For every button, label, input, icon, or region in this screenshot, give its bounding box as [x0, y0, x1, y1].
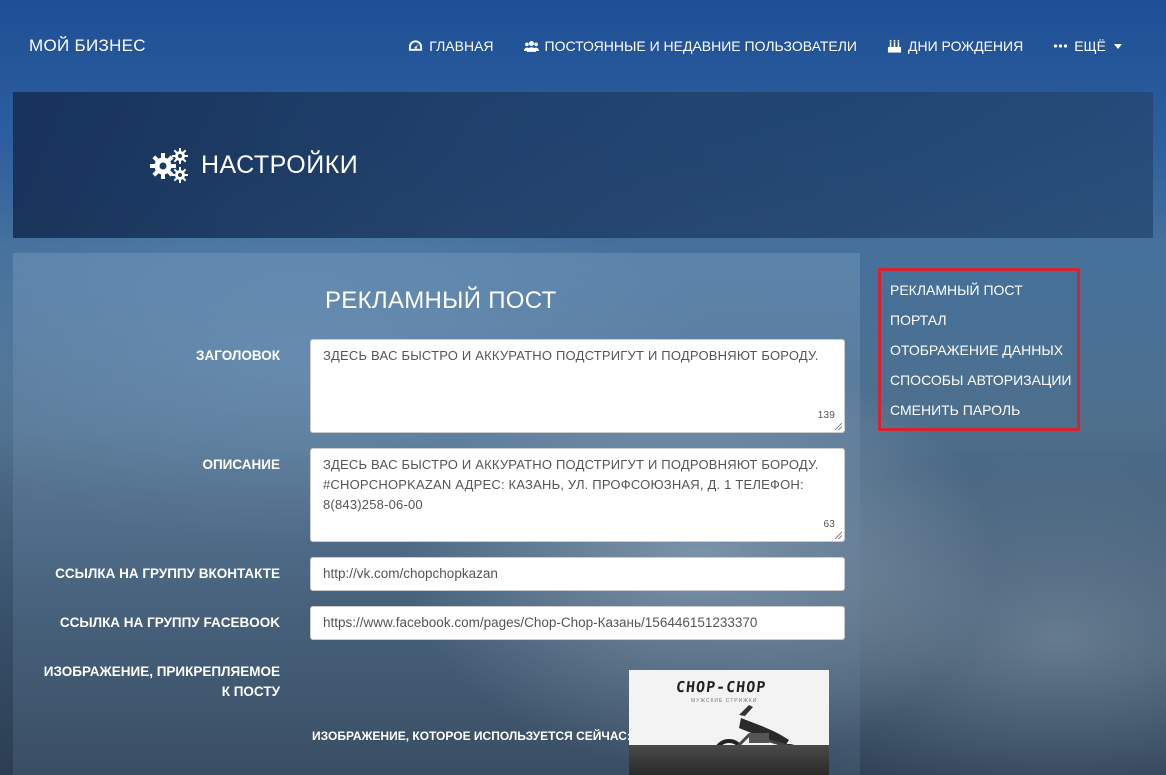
facebook-field-label: ССЫЛКА НА ГРУППУ FACEBOOK [59, 615, 280, 630]
nav-item-birthdays[interactable]: ДНИ РОЖДЕНИЯ [887, 38, 1023, 54]
facebook-link-input[interactable]: https://www.facebook.com/pages/Chop-Chop… [310, 606, 845, 640]
top-navbar: МОЙ БИЗНЕС ГЛАВНАЯ ПОСТОЯННЫЕ И НЕДАВНИЕ… [0, 0, 1166, 92]
title-char-counter: 139 [817, 410, 835, 421]
users-icon [523, 41, 539, 52]
resize-handle-icon[interactable] [835, 532, 842, 539]
image-logo-text: CHOP-CHOP [675, 678, 768, 696]
nav-item-users-label: ПОСТОЯННЫЕ И НЕДАВНИЕ ПОЛЬЗОВАТЕЛИ [544, 38, 857, 54]
resize-handle-icon[interactable] [835, 423, 842, 430]
side-menu-item-portal[interactable]: ПОРТАЛ [890, 310, 1071, 340]
chevron-down-icon [1114, 43, 1122, 49]
brand-logo[interactable]: МОЙ БИЗНЕС [29, 36, 146, 56]
title-field-label: ЗАГОЛОВОК [196, 348, 280, 363]
title-textarea[interactable]: ЗДЕСЬ ВАС БЫСТРО И АККУРАТНО ПОДСТРИГУТ … [310, 339, 845, 433]
page-header: НАСТРОЙКИ [13, 92, 1153, 238]
gears-icon [150, 148, 188, 183]
page-title: НАСТРОЙКИ [149, 146, 358, 184]
settings-form-panel: РЕКЛАМНЫЙ ПОСТ ЗАГОЛОВОК ЗДЕСЬ ВАС БЫСТР… [13, 253, 860, 775]
nav-item-more-dropdown[interactable]: ЕЩЁ [1053, 38, 1122, 54]
nav-menu: ГЛАВНАЯ ПОСТОЯННЫЕ И НЕДАВНИЕ ПОЛЬЗОВАТЕ… [408, 38, 1122, 54]
nav-item-users[interactable]: ПОСТОЯННЫЕ И НЕДАВНИЕ ПОЛЬЗОВАТЕЛИ [523, 38, 857, 54]
image-field-label: ИЗОБРАЖЕНИЕ, ПРИКРЕПЛЯЕМОЕ К ПОСТУ [13, 662, 280, 702]
image-floor-shadow [629, 745, 829, 775]
description-textarea-value: ЗДЕСЬ ВАС БЫСТРО И АККУРАТНО ПОДСТРИГУТ … [323, 457, 819, 512]
vk-field-label: ССЫЛКА НА ГРУППУ ВКОНТАКТЕ [55, 566, 280, 581]
side-menu-list: РЕКЛАМНЫЙ ПОСТ ПОРТАЛ ОТОБРАЖЕНИЕ ДАННЫХ… [890, 280, 1071, 430]
section-title: РЕКЛАМНЫЙ ПОСТ [325, 287, 557, 314]
title-textarea-value: ЗДЕСЬ ВАС БЫСТРО И АККУРАТНО ПОДСТРИГУТ … [323, 348, 819, 363]
nav-item-birthdays-label: ДНИ РОЖДЕНИЯ [908, 38, 1024, 54]
description-field-label: ОПИСАНИЕ [202, 457, 280, 472]
side-menu-item-ad-post[interactable]: РЕКЛАМНЫЙ ПОСТ [890, 280, 1071, 310]
dashboard-icon [409, 40, 423, 51]
nav-item-more-label: ЕЩЁ [1074, 38, 1106, 54]
ellipsis-icon [1054, 44, 1068, 48]
current-image-label: ИЗОБРАЖЕНИЕ, КОТОРОЕ ИСПОЛЬЗУЕТСЯ СЕЙЧАС… [312, 729, 631, 743]
settings-side-menu: РЕКЛАМНЫЙ ПОСТ ПОРТАЛ ОТОБРАЖЕНИЕ ДАННЫХ… [878, 268, 1080, 431]
image-field-label-line2: К ПОСТУ [221, 684, 280, 699]
side-menu-item-auth-methods[interactable]: СПОСОБЫ АВТОРИЗАЦИИ [890, 370, 1071, 400]
vk-link-input[interactable]: http://vk.com/chopchopkazan [310, 557, 845, 591]
nav-item-home[interactable]: ГЛАВНАЯ [408, 38, 494, 54]
image-field-label-line1: ИЗОБРАЖЕНИЕ, ПРИКРЕПЛЯЕМОЕ [43, 664, 280, 679]
page-title-text: НАСТРОЙКИ [201, 150, 359, 179]
description-textarea[interactable]: ЗДЕСЬ ВАС БЫСТРО И АККУРАТНО ПОДСТРИГУТ … [310, 448, 845, 542]
side-menu-item-change-password[interactable]: СМЕНИТЬ ПАРОЛЬ [890, 400, 1071, 430]
description-char-counter: 63 [823, 519, 835, 530]
nav-item-home-label: ГЛАВНАЯ [429, 38, 494, 54]
birthday-cake-icon [887, 39, 902, 53]
side-menu-item-data-display[interactable]: ОТОБРАЖЕНИЕ ДАННЫХ [890, 340, 1071, 370]
current-post-image: CHOP-CHOP МУЖСКИЕ СТРИЖКИ [629, 670, 829, 775]
